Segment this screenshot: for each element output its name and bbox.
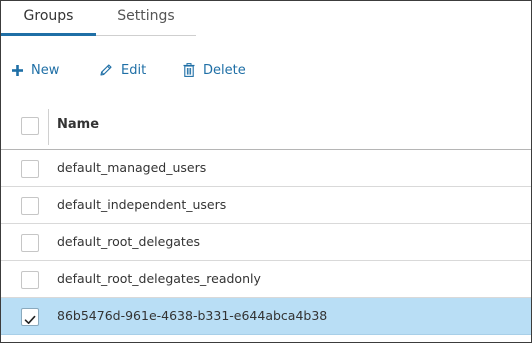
row-name: 86b5476d-961e-4638-b331-e644abca4b38 bbox=[57, 308, 328, 323]
table-row[interactable]: default_managed_users bbox=[1, 150, 531, 187]
groups-table: Name default_managed_users default_indep… bbox=[1, 105, 531, 335]
row-checkbox[interactable] bbox=[21, 160, 39, 178]
pencil-icon bbox=[99, 63, 113, 77]
column-header-name[interactable]: Name bbox=[57, 105, 99, 145]
row-checkbox-checked[interactable] bbox=[21, 308, 39, 326]
column-divider bbox=[48, 109, 49, 145]
row-name: default_root_delegates bbox=[57, 234, 201, 249]
groups-panel: Groups Settings New Edit Delete Name def… bbox=[0, 0, 532, 343]
table-header: Name bbox=[1, 105, 531, 150]
row-checkbox[interactable] bbox=[21, 197, 39, 215]
toolbar: New Edit Delete bbox=[1, 59, 301, 81]
delete-button-label: Delete bbox=[203, 62, 246, 78]
row-checkbox[interactable] bbox=[21, 234, 39, 252]
plus-icon bbox=[12, 64, 23, 76]
row-checkbox[interactable] bbox=[21, 271, 39, 289]
tab-bar: Groups Settings bbox=[1, 1, 196, 36]
row-name: default_managed_users bbox=[57, 160, 207, 175]
tab-settings[interactable]: Settings bbox=[96, 1, 196, 33]
edit-button[interactable]: Edit bbox=[99, 59, 146, 81]
row-name: default_independent_users bbox=[57, 197, 227, 212]
checkmark-icon bbox=[24, 311, 36, 330]
tab-groups[interactable]: Groups bbox=[1, 1, 96, 36]
table-row-selected[interactable]: 86b5476d-961e-4638-b331-e644abca4b38 bbox=[1, 298, 531, 335]
trash-icon bbox=[183, 63, 195, 77]
table-row[interactable]: default_independent_users bbox=[1, 187, 531, 224]
table-row[interactable]: default_root_delegates_readonly bbox=[1, 261, 531, 298]
row-name: default_root_delegates_readonly bbox=[57, 271, 261, 286]
new-button-label: New bbox=[31, 62, 60, 78]
select-all-checkbox[interactable] bbox=[21, 117, 39, 135]
delete-button[interactable]: Delete bbox=[183, 59, 246, 81]
edit-button-label: Edit bbox=[121, 62, 147, 78]
new-button[interactable]: New bbox=[12, 59, 59, 81]
table-row[interactable]: default_root_delegates bbox=[1, 224, 531, 261]
